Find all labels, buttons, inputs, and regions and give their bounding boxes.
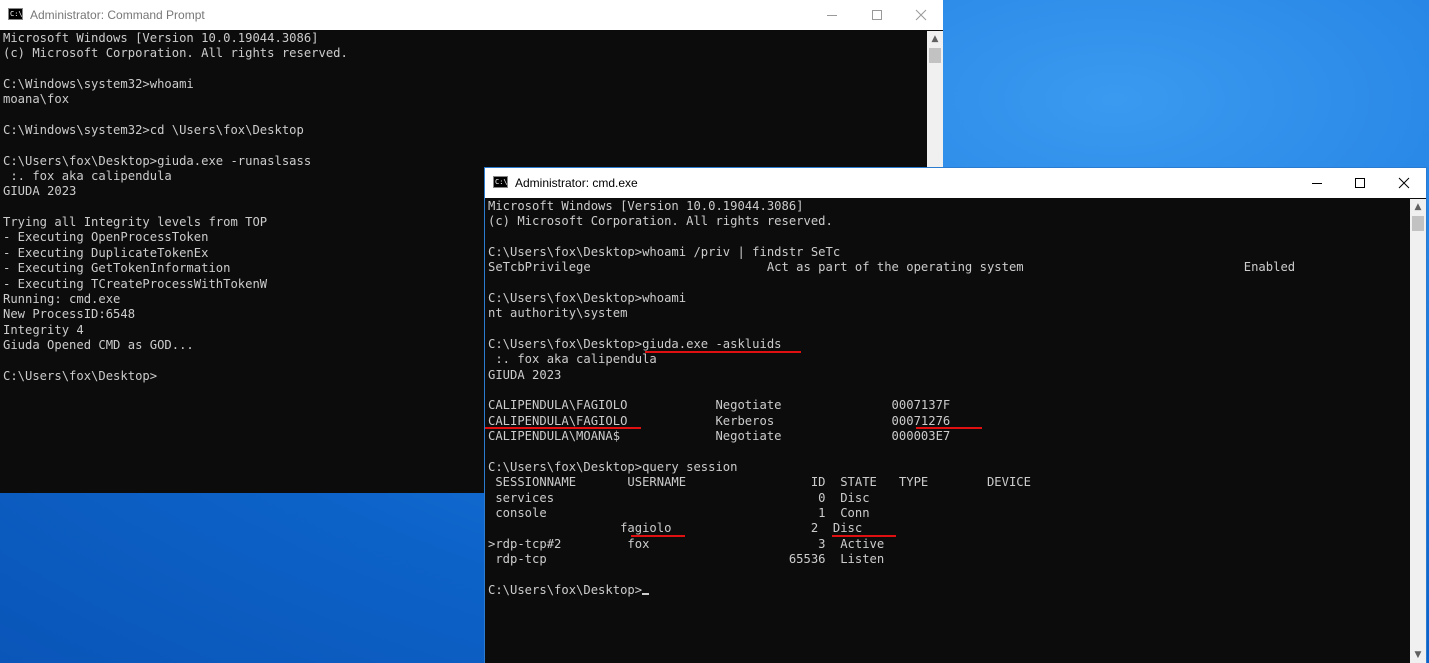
maximize-icon: [872, 10, 882, 20]
minimize-icon: [1312, 183, 1322, 184]
maximize-button[interactable]: [855, 0, 899, 30]
console-line: nt authority\system: [488, 306, 628, 321]
cmd-exe-window[interactable]: C:\ Administrator: cmd.exe Microsoft Win…: [484, 167, 1427, 663]
scroll-thumb[interactable]: [1412, 216, 1424, 231]
console-line: moana\fox: [3, 92, 70, 107]
console-line: console 1 Conn: [488, 505, 870, 520]
highlight-underline: [832, 535, 896, 537]
console-line: GIUDA 2023: [488, 367, 562, 382]
highlight-underline: [631, 535, 685, 537]
console-line: rdp-tcp 65536 Listen: [488, 551, 885, 566]
console-line: CALIPENDULA\MOANA$ Negotiate 000003E7: [488, 429, 951, 444]
title-bar[interactable]: C:\ Administrator: cmd.exe: [485, 168, 1426, 198]
console-line: C:\Users\fox\Desktop>whoami: [488, 291, 687, 306]
console-line: C:\Users\fox\Desktop>giuda.exe -askluids: [488, 337, 782, 352]
window-title: Administrator: Command Prompt: [30, 8, 205, 22]
highlight-underline: [916, 427, 982, 429]
scroll-down-arrow-icon[interactable]: ▼: [1410, 647, 1426, 663]
maximize-icon: [1355, 178, 1365, 188]
scroll-up-arrow-icon[interactable]: ▲: [1410, 199, 1426, 215]
close-icon: [1398, 177, 1410, 189]
minimize-icon: [827, 15, 837, 16]
console-output[interactable]: Microsoft Windows [Version 10.0.19044.30…: [488, 199, 1410, 663]
close-button[interactable]: [1382, 168, 1426, 198]
console-line: C:\Users\fox\Desktop>query session: [488, 459, 738, 474]
window-title: Administrator: cmd.exe: [515, 176, 638, 190]
console-line: services 0 Disc: [488, 490, 870, 505]
console-line: Microsoft Windows [Version 10.0.19044.30…: [3, 31, 319, 45]
scroll-thumb[interactable]: [929, 48, 941, 63]
close-button[interactable]: [899, 0, 943, 30]
minimize-button[interactable]: [1295, 168, 1339, 198]
console-line: C:\Windows\system32>whoami: [3, 77, 194, 92]
highlight-underline: [645, 351, 801, 353]
cmd-icon: C:\: [8, 8, 23, 20]
console-line: C:\Users\fox\Desktop>: [488, 583, 1410, 598]
console-line: >rdp-tcp#2 fox 3 Active: [488, 536, 885, 551]
highlight-underline: [485, 427, 641, 429]
console-line: SeTcbPrivilege Act as part of the operat…: [488, 260, 1296, 275]
scroll-up-arrow-icon[interactable]: ▲: [927, 31, 943, 47]
minimize-button[interactable]: [810, 0, 854, 30]
console-line: C:\Windows\system32>cd \Users\fox\Deskto…: [3, 123, 304, 138]
maximize-button[interactable]: [1338, 168, 1382, 198]
cmd-icon: C:\: [493, 176, 508, 188]
console-line: Microsoft Windows [Version 10.0.19044.30…: [488, 199, 804, 213]
text-cursor: [642, 592, 650, 595]
console-line: (c) Microsoft Corporation. All rights re…: [488, 214, 833, 229]
console-line: C:\Users\fox\Desktop>whoami /priv | find…: [488, 245, 841, 260]
vertical-scrollbar[interactable]: ▲ ▼: [1410, 199, 1426, 663]
close-icon: [915, 9, 927, 21]
console-line: SESSIONNAME USERNAME ID STATE TYPE DEVIC…: [488, 475, 1031, 490]
console-line: (c) Microsoft Corporation. All rights re…: [3, 46, 348, 61]
console-line: :. fox aka calipendula: [488, 352, 657, 367]
console-line: CALIPENDULA\FAGIOLO Negotiate 0007137F: [488, 398, 951, 413]
title-bar[interactable]: C:\ Administrator: Command Prompt: [0, 0, 943, 30]
console-line: fagiolo 2 Disc: [488, 521, 863, 536]
